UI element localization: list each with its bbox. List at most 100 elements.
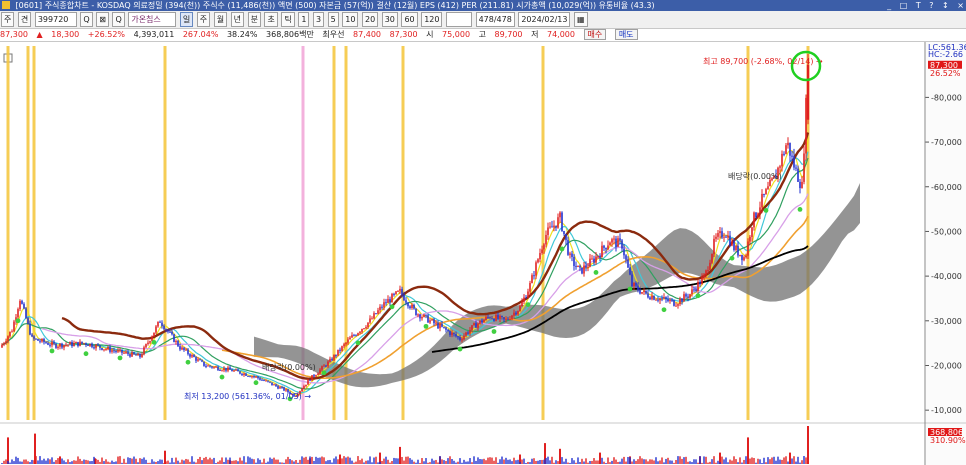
volume-bar bbox=[201, 460, 203, 464]
candle-body bbox=[569, 253, 571, 255]
volume-bar bbox=[99, 461, 101, 464]
interval-5[interactable]: 5 bbox=[327, 12, 339, 27]
sell-button[interactable]: 매도 bbox=[614, 29, 638, 40]
volume-bar bbox=[57, 458, 59, 464]
candle-body bbox=[803, 153, 805, 182]
stock-name-field[interactable]: 가온칩스 bbox=[128, 12, 177, 27]
candle-body bbox=[331, 358, 333, 361]
volume-bar bbox=[229, 457, 231, 464]
period-minute[interactable]: 분 bbox=[247, 12, 261, 27]
volume-bar bbox=[55, 460, 57, 464]
volume-bar bbox=[703, 456, 705, 464]
volume-bar bbox=[761, 462, 763, 464]
volume-bar bbox=[651, 459, 653, 464]
interval-1[interactable]: 1 bbox=[298, 12, 310, 27]
price-chart[interactable]: -80,000 -70,000 -60,000 -50,000 -40,000 -30,0… bbox=[0, 42, 966, 465]
volume-bar bbox=[163, 462, 165, 464]
candle-body bbox=[227, 367, 229, 371]
app-icon bbox=[2, 1, 10, 9]
period-year[interactable]: 년 bbox=[230, 12, 245, 27]
candle-body bbox=[537, 259, 539, 263]
date-field[interactable]: 2024/02/13 bbox=[518, 12, 571, 27]
candle-body bbox=[647, 293, 649, 298]
volume-bar bbox=[95, 458, 97, 464]
candle-body bbox=[365, 327, 367, 329]
volume-bar bbox=[425, 458, 427, 464]
volume-bar bbox=[511, 461, 513, 464]
market-select[interactable]: 견 bbox=[17, 12, 32, 27]
candle-body bbox=[187, 349, 189, 355]
volume-bar bbox=[659, 460, 661, 464]
volume-bar bbox=[565, 458, 567, 464]
interval-120[interactable]: 120 bbox=[421, 12, 443, 27]
candle-body bbox=[585, 265, 587, 268]
pin-button[interactable]: T bbox=[916, 1, 921, 10]
interval-60[interactable]: 60 bbox=[401, 12, 418, 27]
calendar-icon[interactable]: ▦ bbox=[574, 12, 588, 27]
candle-body bbox=[806, 64, 810, 120]
buy-button[interactable]: 매수 bbox=[583, 29, 607, 40]
volume-bar bbox=[393, 457, 395, 464]
low-annotation: 최저 13,200 (561.36%, 01/03) → bbox=[184, 391, 311, 401]
candle-body bbox=[301, 388, 303, 392]
candle-body bbox=[89, 343, 91, 346]
candle-body bbox=[79, 341, 81, 346]
interval-20[interactable]: 20 bbox=[361, 12, 379, 27]
volume-bar bbox=[805, 457, 807, 464]
volume-bar bbox=[125, 462, 127, 464]
candle-body bbox=[145, 344, 147, 348]
volume-bar bbox=[785, 456, 787, 464]
volume-ratio-label: 310.90% bbox=[930, 436, 966, 445]
clear-button[interactable]: ⊠ bbox=[96, 12, 109, 27]
candle-body bbox=[431, 319, 433, 321]
resize-button[interactable]: ↕ bbox=[942, 1, 949, 10]
search-button[interactable]: Q bbox=[80, 12, 93, 27]
volume-bar bbox=[427, 462, 429, 464]
open-label: 시 bbox=[426, 30, 434, 39]
period-day[interactable]: 일 bbox=[179, 12, 194, 27]
candle-body bbox=[439, 324, 441, 329]
interval-30[interactable]: 30 bbox=[381, 12, 398, 27]
close-button[interactable]: × bbox=[957, 1, 964, 10]
mode-button[interactable]: 주 bbox=[1, 12, 15, 27]
volume-bar bbox=[531, 458, 533, 464]
interval-10[interactable]: 10 bbox=[342, 12, 359, 27]
minimize-button[interactable]: _ bbox=[887, 1, 891, 10]
candle-body bbox=[139, 353, 141, 358]
candle-body bbox=[769, 180, 771, 187]
volume-bar bbox=[481, 459, 483, 464]
volume-bar bbox=[403, 460, 405, 464]
stock-code-input[interactable]: 399720 bbox=[34, 12, 77, 27]
volume-bar bbox=[439, 456, 441, 464]
candle-body bbox=[109, 347, 111, 352]
period-month[interactable]: 월 bbox=[213, 12, 228, 27]
volume-bar bbox=[579, 461, 581, 464]
candle-body bbox=[743, 257, 745, 261]
interval-custom-input[interactable] bbox=[446, 12, 473, 27]
interval-3[interactable]: 3 bbox=[312, 12, 325, 27]
help-button[interactable]: ? bbox=[929, 1, 933, 10]
candle-body bbox=[211, 366, 213, 368]
period-tick[interactable]: 틱 bbox=[281, 12, 295, 27]
period-week[interactable]: 주 bbox=[196, 12, 211, 27]
candle-body bbox=[235, 369, 237, 371]
volume-bar bbox=[69, 462, 71, 464]
data-count-field[interactable]: 478/478 bbox=[475, 12, 515, 27]
volume-bar bbox=[87, 460, 89, 464]
candle-body bbox=[481, 320, 483, 323]
candle-body bbox=[169, 331, 171, 333]
candle-body bbox=[539, 253, 541, 260]
candle-body bbox=[171, 331, 173, 335]
open-price: 75,000 bbox=[442, 30, 471, 39]
candle-body bbox=[87, 344, 89, 346]
volume-bar bbox=[385, 456, 387, 464]
candle-body bbox=[525, 297, 527, 299]
best-ask: 87,400 bbox=[353, 30, 382, 39]
zoom-button[interactable]: Q bbox=[112, 12, 125, 27]
candle-body bbox=[531, 275, 533, 284]
period-second[interactable]: 초 bbox=[264, 12, 278, 27]
candle-body bbox=[321, 366, 323, 370]
volume-bar bbox=[129, 457, 131, 464]
volume-bar bbox=[637, 459, 639, 464]
maximize-button[interactable]: □ bbox=[900, 1, 908, 10]
